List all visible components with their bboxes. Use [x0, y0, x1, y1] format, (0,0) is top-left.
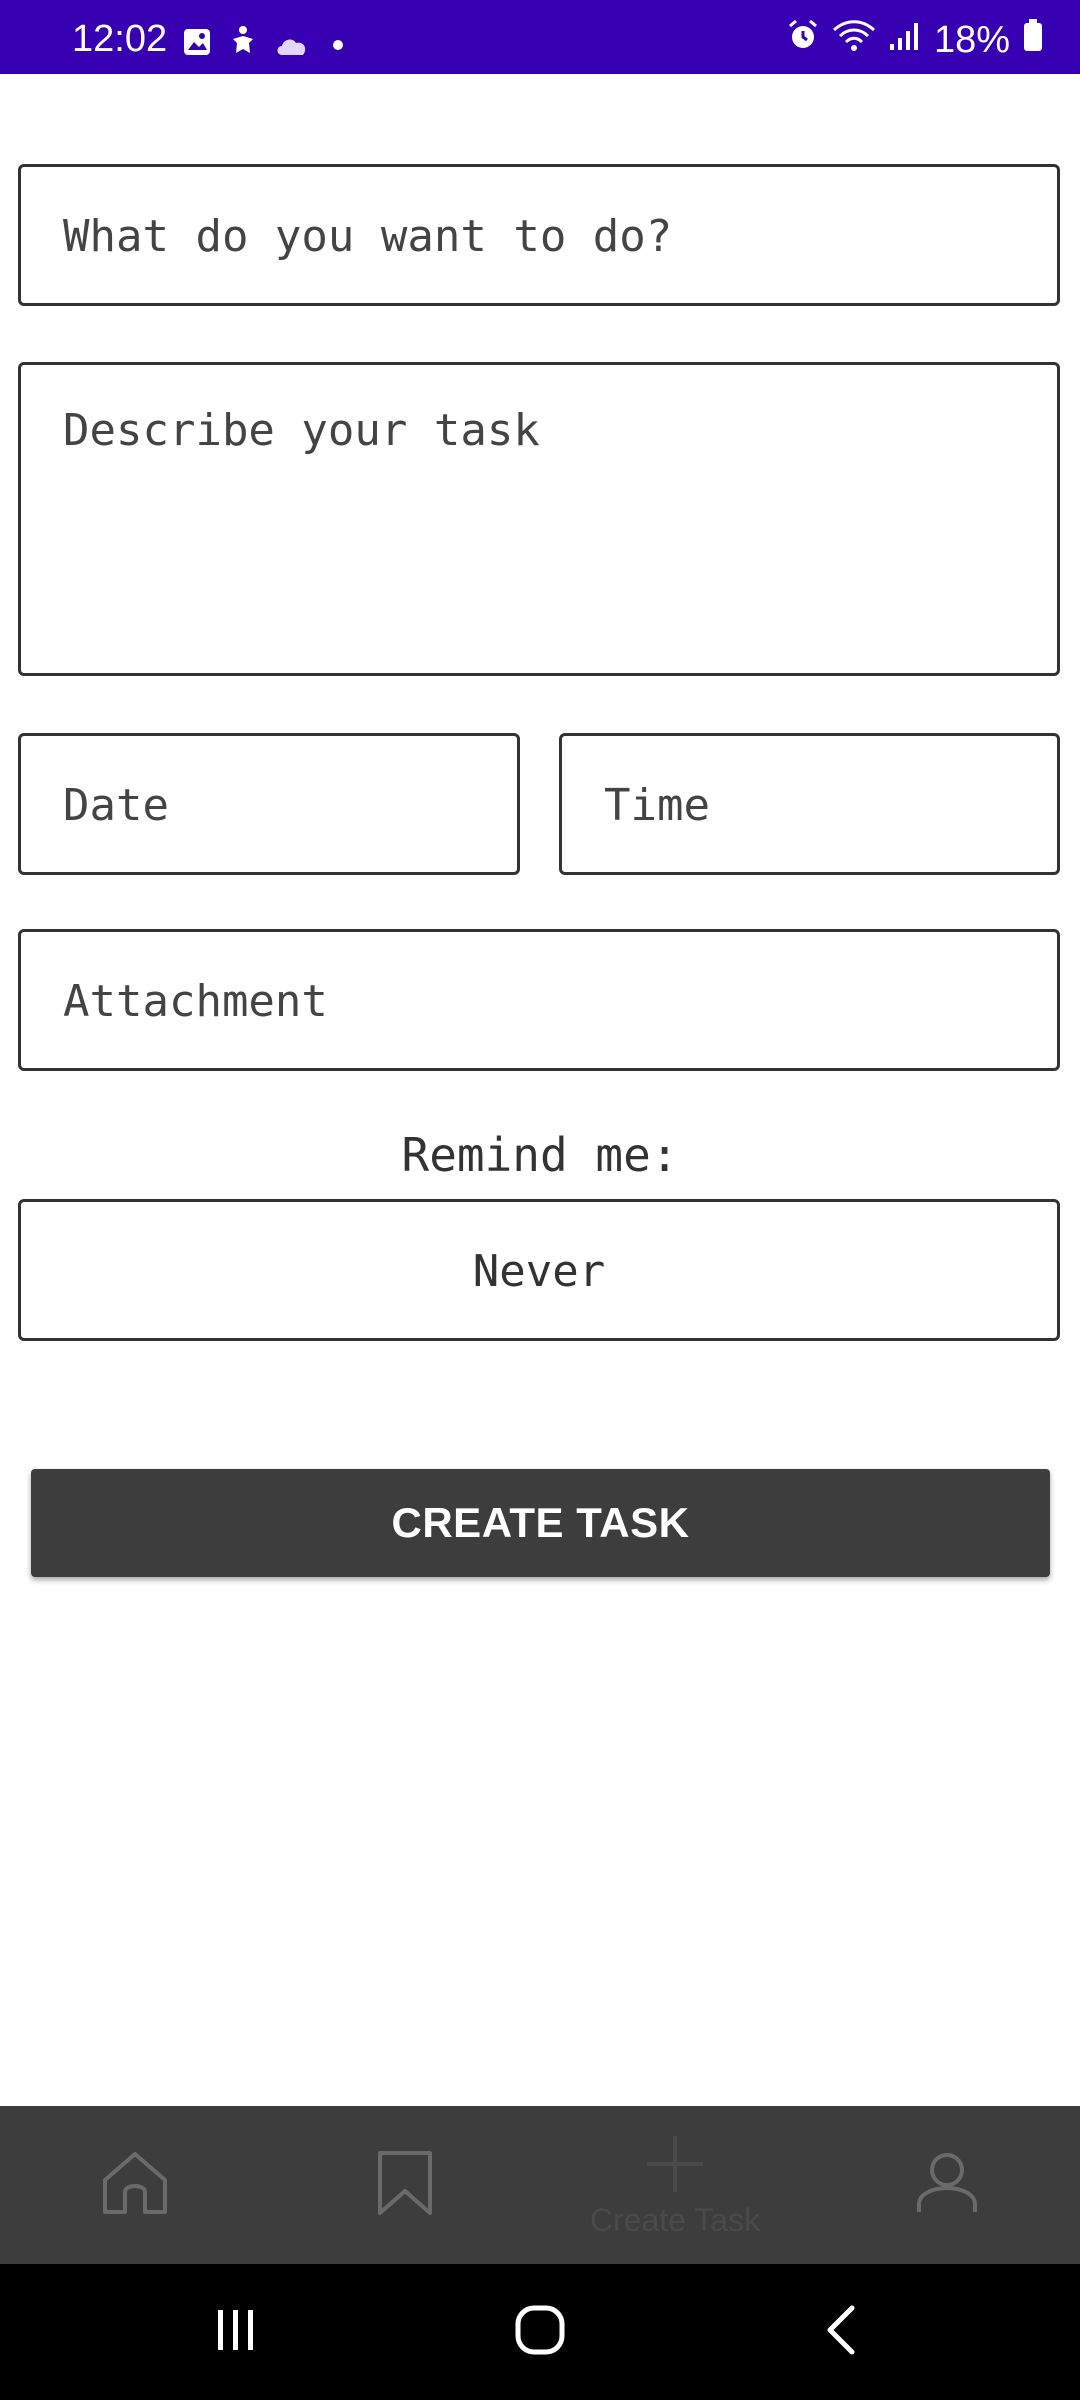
nav-home[interactable] [80, 2106, 190, 2264]
image-icon [182, 24, 212, 67]
date-placeholder: Date [63, 780, 169, 831]
time-placeholder: Time [604, 780, 710, 831]
battery-percent: 18% [933, 18, 1010, 61]
task-title-input[interactable]: What do you want to do? [18, 164, 1060, 306]
back-icon[interactable] [818, 2302, 866, 2362]
home-icon [99, 2150, 171, 2220]
remind-label: Remind me: [401, 1128, 679, 1182]
attachment-placeholder: Attachment [63, 976, 328, 1027]
status-bar: 12:02 18% [0, 0, 1080, 74]
wifi-icon [832, 18, 876, 62]
alarm-icon [786, 18, 820, 62]
nav-bookmarks[interactable] [350, 2106, 460, 2264]
bottom-nav: Create Task [0, 2106, 1080, 2264]
attachment-field[interactable]: Attachment [18, 929, 1060, 1071]
nav-profile[interactable] [892, 2106, 1002, 2264]
task-description-input[interactable]: Describe your task [18, 362, 1060, 676]
date-field[interactable]: Date [18, 733, 520, 875]
time-field[interactable]: Time [559, 733, 1060, 875]
plus-icon [640, 2132, 710, 2200]
nav-create-task[interactable]: Create Task [560, 2106, 790, 2264]
task-description-placeholder: Describe your task [63, 405, 540, 456]
signal-icon [888, 19, 922, 62]
system-nav-bar [0, 2264, 1080, 2400]
status-time: 12:02 [72, 18, 168, 60]
dot-icon [326, 24, 350, 67]
bookmark-icon [376, 2149, 434, 2221]
home-circle-icon[interactable] [512, 2302, 568, 2362]
recents-icon[interactable] [212, 2302, 260, 2362]
task-title-placeholder: What do you want to do? [63, 211, 673, 262]
battery-icon [1022, 18, 1044, 62]
cloud-icon [274, 24, 310, 67]
nav-create-task-label: Create Task [589, 2201, 761, 2238]
create-task-button[interactable]: CREATE TASK [31, 1469, 1050, 1577]
remind-select[interactable]: Never [18, 1199, 1060, 1341]
remind-value: Never [472, 1246, 606, 1297]
profile-icon [915, 2150, 979, 2220]
accessibility-icon [228, 24, 258, 67]
